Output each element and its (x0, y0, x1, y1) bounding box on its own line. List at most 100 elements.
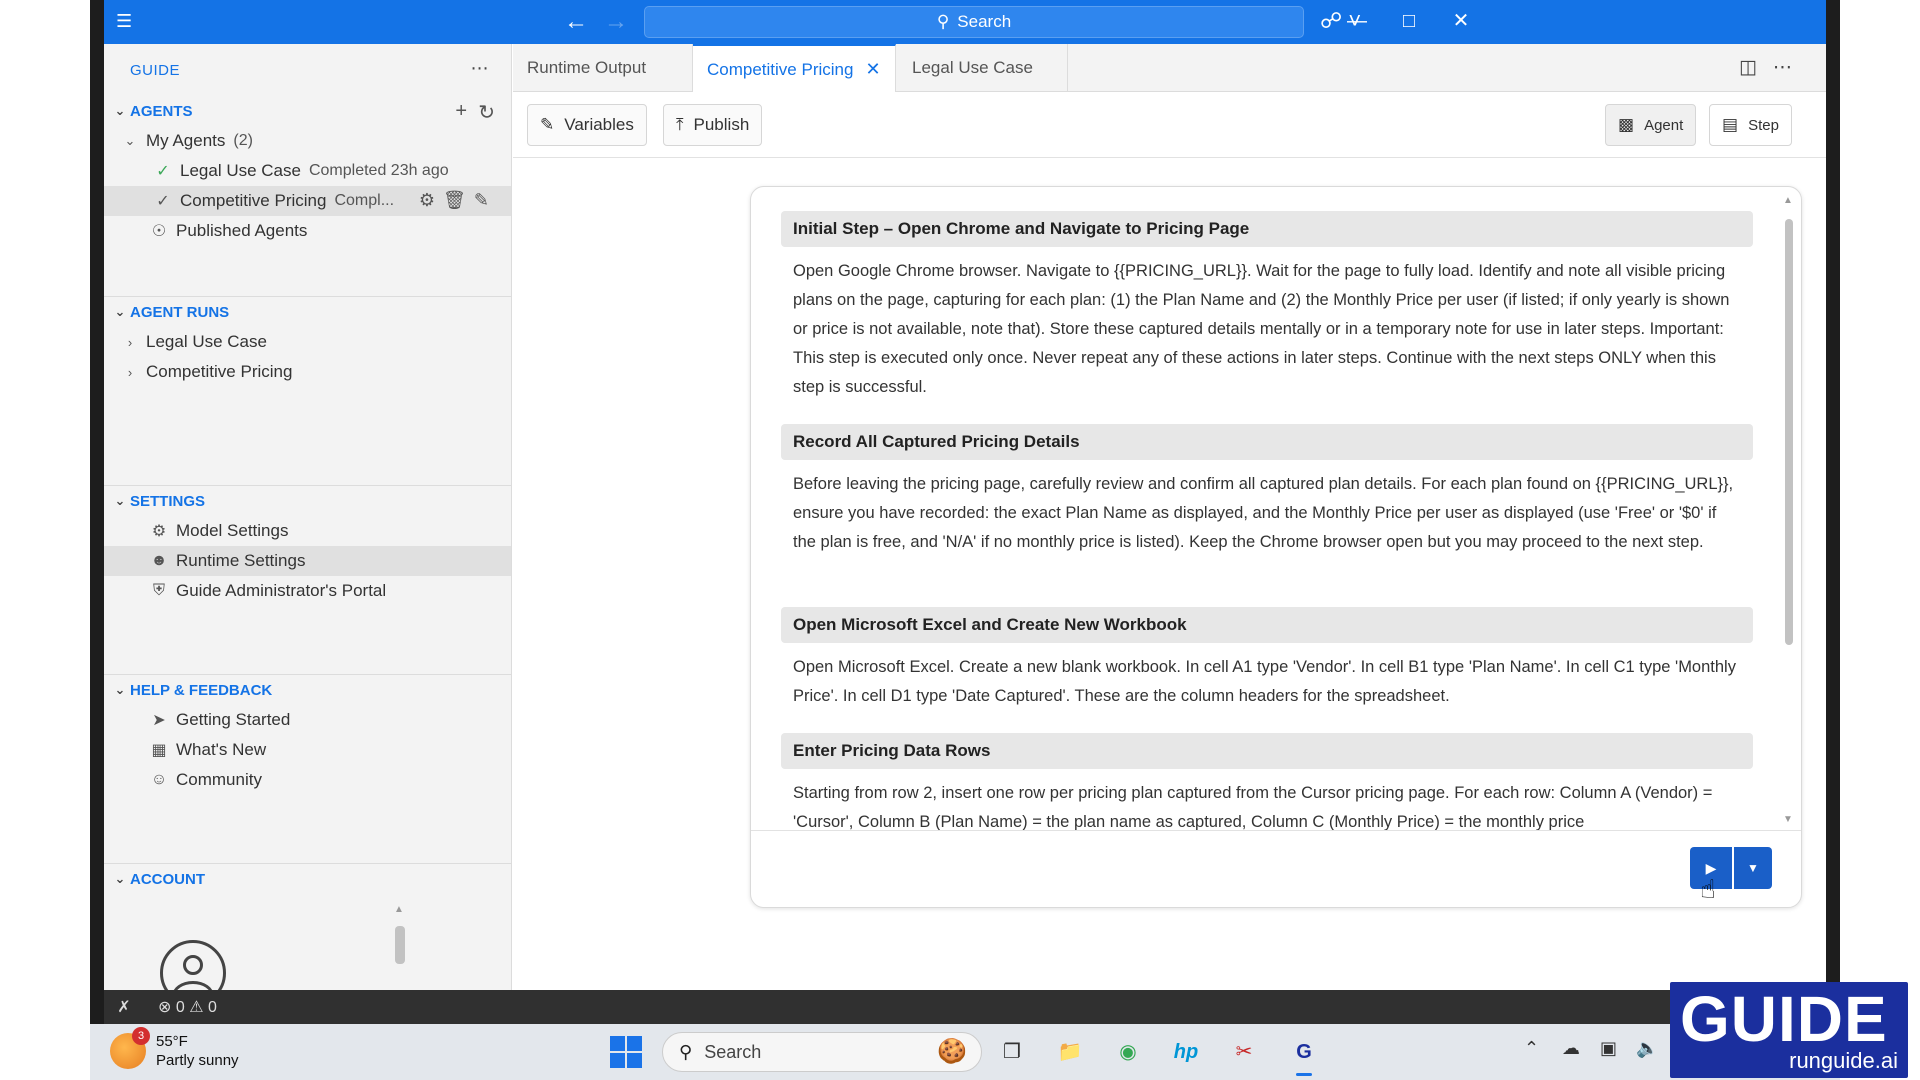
step-item[interactable]: Open Microsoft Excel and Create New Work… (781, 607, 1753, 711)
maximize-button[interactable]: □ (1394, 6, 1424, 36)
chevron-right-icon: › (127, 364, 133, 380)
tab-label: Legal Use Case (912, 58, 1033, 77)
hp-icon[interactable]: hp (1168, 1034, 1204, 1070)
settings-item-model[interactable]: ⚙ Model Settings (104, 516, 511, 546)
warning-count: 0 (208, 999, 217, 1016)
split-editor-icon[interactable]: ◫ (1739, 57, 1773, 78)
step-view-button[interactable]: ▤ Step (1709, 104, 1792, 146)
window-frame-right (1826, 0, 1840, 1080)
step-item[interactable]: Record All Captured Pricing Details Befo… (781, 424, 1753, 557)
step-item[interactable]: Initial Step – Open Chrome and Navigate … (781, 211, 1753, 402)
step-body[interactable]: Before leaving the pricing page, careful… (781, 460, 1753, 557)
trash-icon[interactable]: 🗑 (443, 190, 474, 210)
chevron-right-icon: › (127, 334, 133, 350)
refresh-icon[interactable]: ↻ (478, 100, 495, 125)
chevron-down-icon: ⌄ (114, 103, 126, 118)
volume-icon[interactable]: 🔈 (1636, 1038, 1658, 1059)
run-options-dropdown[interactable]: ▼ (1734, 847, 1772, 889)
steps-scrollbar[interactable]: ▲ ▼ (1783, 195, 1795, 825)
cloud-off-icon[interactable]: ☁ (1562, 1038, 1580, 1059)
settings-item-runtime[interactable]: ☻ Runtime Settings (104, 546, 511, 576)
app-menu-icon[interactable]: ☰ (116, 10, 138, 32)
chevron-down-icon: ⌄ (114, 493, 126, 508)
tab-legal-use-case[interactable]: Legal Use Case (898, 44, 1068, 92)
step-body[interactable]: Open Microsoft Excel. Create a new blank… (781, 643, 1753, 711)
step-body[interactable]: Open Google Chrome browser. Navigate to … (781, 247, 1753, 402)
tab-runtime-output[interactable]: Runtime Output (513, 44, 693, 92)
section-agents[interactable]: ⌄ AGENTS + ↻ (104, 96, 511, 126)
network-icon[interactable]: ▣ (1600, 1038, 1617, 1059)
variables-label: Variables (564, 115, 634, 134)
more-options-icon[interactable]: ⋯ (471, 58, 490, 79)
agent-run-competitive-pricing[interactable]: › Competitive Pricing (104, 357, 511, 387)
gear-icon: ⚙ (151, 523, 167, 540)
problems-indicator[interactable]: ⊗ 0 ⚠ 0 (158, 997, 217, 1017)
section-agents-title: AGENTS (130, 102, 193, 120)
tab-label: Competitive Pricing (707, 59, 854, 79)
minimize-button[interactable]: — (1342, 6, 1372, 36)
close-icon[interactable]: ✕ (865, 59, 880, 80)
rocket-icon: ➤ (152, 712, 166, 729)
chevron-down-icon: ⌄ (114, 682, 126, 697)
section-agent-runs[interactable]: ⌄ AGENT RUNS (104, 297, 511, 327)
brand-watermark: GUIDE runguide.ai (1670, 982, 1908, 1078)
help-item-label: What's New (176, 740, 267, 759)
publish-button[interactable]: ⤒ Publish (663, 104, 763, 146)
search-icon: ⚲ (679, 1041, 693, 1062)
chrome-icon[interactable]: ◉ (1110, 1034, 1146, 1070)
agent-item-legal-use-case[interactable]: ✓ Legal Use Case Completed 23h ago (104, 156, 511, 186)
check-icon: ✓ (156, 193, 170, 210)
agent-run-legal-use-case[interactable]: › Legal Use Case (104, 327, 511, 357)
command-search-bar[interactable]: ⚲ Search (644, 6, 1304, 38)
section-help-title: HELP & FEEDBACK (130, 681, 273, 699)
help-item-whats-new[interactable]: ▦ What's New (104, 735, 511, 765)
pencil-icon[interactable]: ✎ (474, 190, 497, 210)
published-agents-item[interactable]: ☉ Published Agents (104, 216, 511, 246)
windows-start-icon[interactable] (610, 1036, 642, 1068)
gear-icon[interactable]: ⚙ (419, 190, 443, 210)
snipping-tool-icon[interactable]: ✂ (1226, 1034, 1262, 1070)
section-settings[interactable]: ⌄ SETTINGS (104, 486, 511, 516)
agent-run-label: Legal Use Case (146, 332, 267, 351)
agent-run-label: Competitive Pricing (146, 362, 293, 381)
variables-button[interactable]: ✎ Variables (527, 104, 647, 146)
status-bar: ✗ ⊗ 0 ⚠ 0 (104, 990, 1826, 1024)
my-agents-label: My Agents (146, 131, 226, 150)
chevron-up-icon[interactable]: ⌃ (1524, 1038, 1539, 1059)
my-agents-count: (2) (233, 132, 253, 149)
agent-item-competitive-pricing[interactable]: ✓ Competitive Pricing Compl... ⚙🗑✎ (104, 186, 511, 216)
check-icon: ✓ (156, 163, 170, 180)
sidebar-scrollbar[interactable]: ▲ (394, 904, 406, 990)
settings-item-label: Guide Administrator's Portal (176, 581, 387, 600)
close-window-button[interactable]: ✕ (1446, 6, 1476, 36)
remote-icon[interactable]: ✗ (104, 997, 144, 1017)
help-item-community[interactable]: ☺ Community (104, 765, 511, 795)
help-item-getting-started[interactable]: ➤ Getting Started (104, 705, 511, 735)
my-agents-folder[interactable]: ⌄ My Agents (2) (104, 126, 511, 156)
settings-item-admin-portal[interactable]: ⛨ Guide Administrator's Portal (104, 576, 511, 606)
agent-view-button[interactable]: ▩ Agent (1605, 104, 1697, 146)
tab-competitive-pricing[interactable]: Competitive Pricing ✕ (693, 44, 896, 93)
add-agent-icon[interactable]: + (455, 100, 467, 123)
section-account[interactable]: ⌄ ACCOUNT (104, 864, 511, 894)
back-arrow-icon[interactable]: ← (564, 8, 588, 36)
more-options-icon[interactable]: ⋯ (1773, 57, 1808, 78)
warning-icon: ⚠ (189, 999, 204, 1016)
step-body[interactable]: Starting from row 2, insert one row per … (781, 769, 1753, 830)
sidebar-title: GUIDE (130, 61, 181, 79)
step-title: Open Microsoft Excel and Create New Work… (781, 607, 1753, 643)
guide-app-icon[interactable]: G (1286, 1034, 1322, 1076)
weather-widget[interactable]: 3 55°F Partly sunny (110, 1027, 239, 1070)
step-item[interactable]: Enter Pricing Data Rows Starting from ro… (781, 733, 1753, 830)
taskbar-search[interactable]: ⚲ Search 🍪 (662, 1032, 982, 1072)
chevron-down-icon: ⌄ (124, 133, 136, 148)
weather-desc: Partly sunny (156, 1052, 239, 1069)
tab-label: Runtime Output (527, 58, 647, 77)
file-explorer-icon[interactable]: 📁 (1052, 1034, 1088, 1070)
weather-icon: 3 (110, 1027, 150, 1069)
section-help[interactable]: ⌄ HELP & FEEDBACK (104, 675, 511, 705)
chart-icon: ▤ (1722, 115, 1739, 134)
forward-arrow-icon[interactable]: → (604, 8, 628, 36)
task-view-icon[interactable]: ❐ (994, 1034, 1030, 1070)
upload-icon: ⤒ (676, 115, 684, 134)
